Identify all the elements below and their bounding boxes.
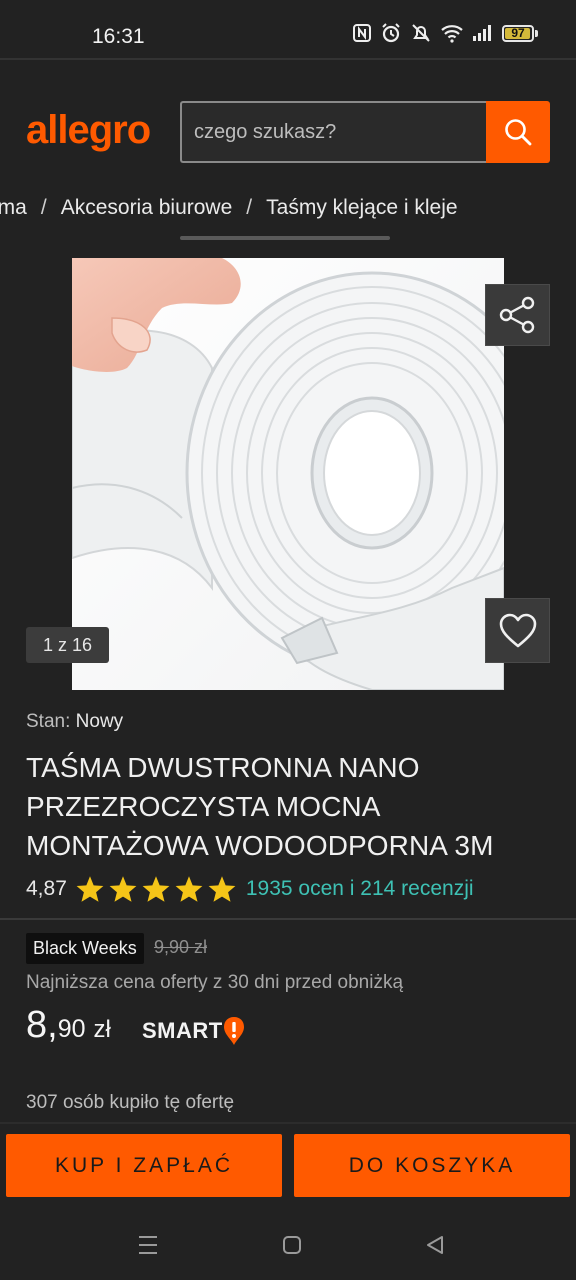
menu-icon xyxy=(139,1236,157,1254)
header: allegro xyxy=(0,92,576,172)
back-triangle-icon xyxy=(427,1236,443,1254)
back-button[interactable] xyxy=(405,1222,465,1268)
share-button[interactable] xyxy=(485,284,550,346)
star-icon xyxy=(175,876,203,902)
search-input[interactable] xyxy=(194,103,474,161)
battery-icon: 97 xyxy=(502,24,538,42)
status-divider xyxy=(0,58,576,60)
search-button[interactable] xyxy=(486,101,550,163)
buy-now-button[interactable]: KUP I ZAPŁAĆ xyxy=(6,1134,282,1197)
breadcrumb-separator: / xyxy=(246,196,253,219)
heart-icon xyxy=(499,613,536,647)
smart-exclamation-icon xyxy=(223,1017,244,1045)
smart-badge: SMART xyxy=(142,1016,245,1046)
star-icon xyxy=(208,876,236,902)
old-price: 9,90 zł xyxy=(154,937,208,957)
condition-value: Nowy xyxy=(75,711,124,732)
price-currency: zł xyxy=(93,1016,111,1043)
mute-icon xyxy=(412,24,430,42)
breadcrumb-scrollbar[interactable] xyxy=(180,236,390,240)
breadcrumb-item[interactable]: Akcesoria biurowe xyxy=(61,196,233,220)
recent-apps-button[interactable] xyxy=(118,1222,178,1268)
rating-row: 4,87 1935 ocen i 214 recenzji xyxy=(26,875,474,903)
wifi-icon xyxy=(441,25,463,43)
image-counter: 1 z 16 xyxy=(26,627,109,663)
status-icons: 97 xyxy=(352,22,538,44)
price-main: 8, xyxy=(26,1004,58,1046)
battery-level: 97 xyxy=(511,25,525,40)
star-icon xyxy=(142,876,170,902)
bought-count: 307 osób kupiło tę ofertę xyxy=(26,1092,235,1113)
reviews-link[interactable]: 1935 ocen i 214 recenzji xyxy=(246,877,474,901)
add-to-cart-button[interactable]: DO KOSZYKA xyxy=(294,1134,570,1197)
rating-stars xyxy=(75,875,237,903)
rating-value: 4,87 xyxy=(26,877,67,900)
share-icon xyxy=(499,296,534,334)
promo-badge: Black Weeks xyxy=(26,933,144,964)
tape-roll-image xyxy=(72,258,504,690)
star-icon xyxy=(109,876,137,902)
smart-label: SMART xyxy=(142,1018,223,1043)
section-divider xyxy=(0,918,576,920)
lowest-price-note: Najniższa cena oferty z 30 dni przed obn… xyxy=(26,972,404,993)
breadcrumb-separator: / xyxy=(40,196,47,219)
product-image[interactable] xyxy=(72,258,504,690)
nfc-icon xyxy=(353,24,371,42)
status-bar: 16:31 97 xyxy=(0,0,576,72)
breadcrumb: ama / Akcesoria biurowe / Taśmy klejące … xyxy=(0,196,576,226)
status-time: 16:31 xyxy=(92,25,145,48)
signal-icon xyxy=(473,25,491,41)
home-square-icon xyxy=(283,1236,301,1254)
home-button[interactable] xyxy=(262,1222,322,1268)
condition-label: Stan: xyxy=(26,711,71,732)
star-icon xyxy=(76,876,104,902)
alarm-icon xyxy=(382,23,400,43)
search-box[interactable] xyxy=(180,101,486,163)
breadcrumb-item[interactable]: Taśmy klejące i kleje xyxy=(266,196,457,220)
favorite-button[interactable] xyxy=(485,598,550,663)
product-title: TAŚMA DWUSTRONNA NANO PRZEZROCZYSTA MOCN… xyxy=(26,752,494,861)
price: 8, 90 zł xyxy=(26,1004,111,1047)
breadcrumb-item[interactable]: ama xyxy=(0,196,27,220)
condition: Stan: Nowy xyxy=(26,711,123,733)
allegro-logo[interactable]: allegro xyxy=(26,108,151,153)
price-cents: 90 xyxy=(57,1015,86,1043)
search-icon xyxy=(505,119,532,146)
